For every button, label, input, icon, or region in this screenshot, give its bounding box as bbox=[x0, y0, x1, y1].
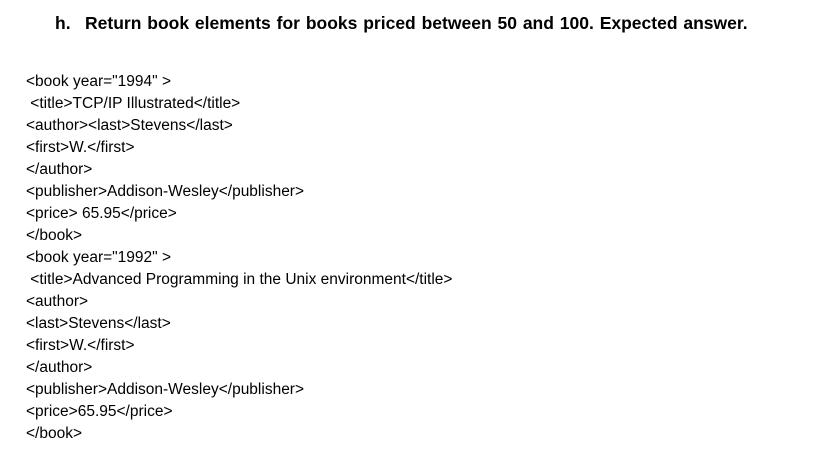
code-line: <title>Advanced Programming in the Unix … bbox=[26, 271, 453, 288]
code-line: <book year="1992" > bbox=[26, 249, 172, 266]
code-line: <first>W.</first> bbox=[26, 139, 135, 156]
code-line: <publisher>Addison-Wesley</publisher> bbox=[26, 381, 305, 398]
code-line: <author><last>Stevens</last> bbox=[26, 117, 233, 134]
code-line: <book year="1994" > bbox=[26, 73, 172, 90]
expected-answer-block: <book year="1994" > <title>TCP/IP Illust… bbox=[26, 71, 806, 445]
question-heading: h. Return book elements for books priced… bbox=[55, 10, 795, 36]
question-text: Return book elements for books priced be… bbox=[85, 13, 748, 33]
question-marker: h. bbox=[55, 13, 71, 33]
code-line: </author> bbox=[26, 161, 93, 178]
code-line: </author> bbox=[26, 359, 93, 376]
code-line: <publisher>Addison-Wesley</publisher> bbox=[26, 183, 305, 200]
code-line: <last>Stevens</last> bbox=[26, 315, 171, 332]
code-line: <author> bbox=[26, 293, 89, 310]
code-line: </book> bbox=[26, 227, 83, 244]
code-line: <price>65.95</price> bbox=[26, 403, 173, 420]
code-line: <first>W.</first> bbox=[26, 337, 135, 354]
code-line: <price> 65.95</price> bbox=[26, 205, 177, 222]
code-line: </book> bbox=[26, 425, 83, 442]
code-line: <title>TCP/IP Illustrated</title> bbox=[26, 95, 241, 112]
